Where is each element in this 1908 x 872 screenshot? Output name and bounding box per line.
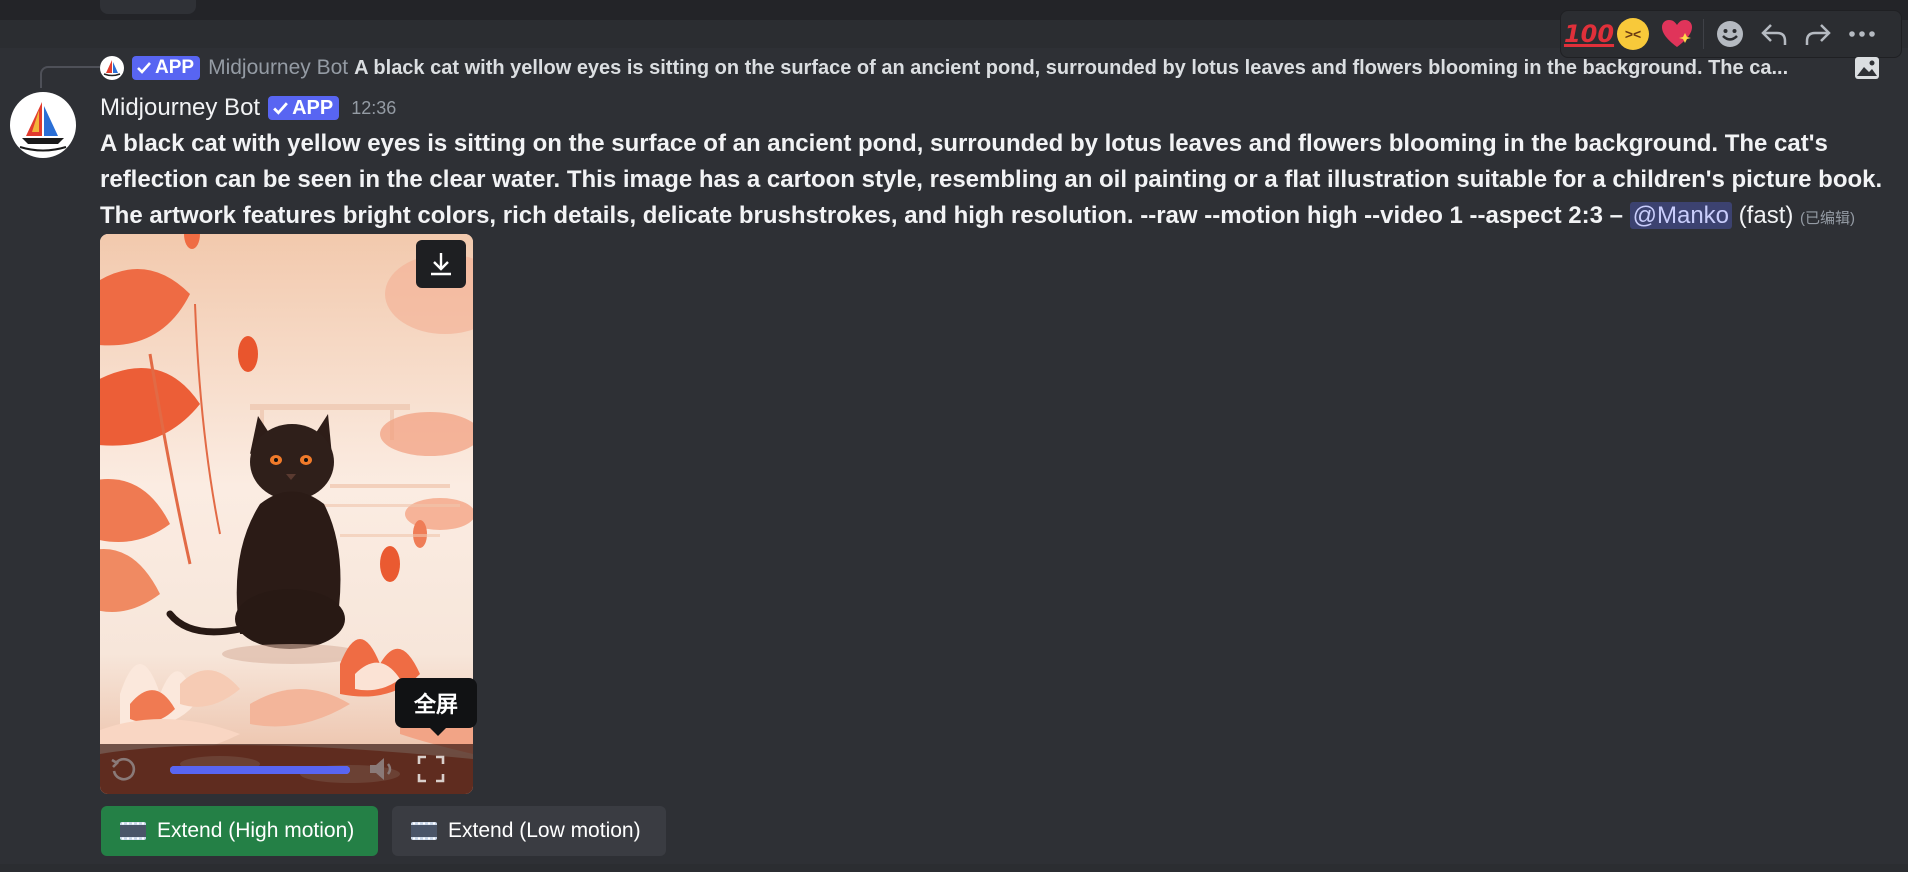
app-badge: APP: [132, 56, 201, 80]
replay-icon[interactable]: [108, 754, 138, 784]
add-reaction-icon[interactable]: [1708, 14, 1752, 54]
message-header: Midjourney Bot APP 12:36: [100, 92, 396, 124]
reply-icon[interactable]: [1752, 14, 1796, 54]
extend-high-motion-label: Extend (High motion): [157, 819, 355, 842]
checkmark-icon: [137, 62, 151, 74]
fullscreen-icon[interactable]: [416, 754, 446, 784]
fullscreen-tooltip: 全屏: [395, 678, 477, 736]
reaction-laughing-icon[interactable]: ><: [1611, 14, 1655, 54]
reaction-100-icon[interactable]: 100: [1564, 14, 1614, 54]
dash-separator: –: [1602, 202, 1630, 229]
app-badge: APP: [268, 96, 340, 120]
toolbar-divider: [1703, 19, 1704, 49]
download-icon: [431, 253, 451, 276]
divider: [0, 864, 1908, 872]
app-badge-label: APP: [292, 97, 334, 119]
reply-reference[interactable]: APP Midjourney Bot A black cat with yell…: [100, 54, 1860, 82]
download-button[interactable]: [416, 240, 466, 288]
more-options-icon[interactable]: [1840, 14, 1884, 54]
edited-label: (已编辑): [1800, 210, 1856, 227]
checkmark-icon: [273, 101, 288, 115]
extend-high-motion-button[interactable]: Extend (High motion): [101, 806, 378, 856]
timestamp[interactable]: 12:36: [351, 98, 396, 119]
previous-button-stub: [100, 0, 196, 14]
video-controls: [100, 744, 473, 794]
progress-fill: [170, 766, 350, 774]
avatar[interactable]: [10, 92, 76, 158]
reply-author[interactable]: Midjourney Bot: [208, 56, 348, 80]
speed-label: (fast): [1732, 202, 1794, 229]
user-mention[interactable]: @Manko: [1629, 202, 1733, 229]
message-content: A black cat with yellow eyes is sitting …: [100, 126, 1890, 237]
reaction-sparkling-heart-icon[interactable]: [1655, 14, 1699, 54]
reply-text[interactable]: A black cat with yellow eyes is sitting …: [354, 57, 1860, 80]
reply-avatar[interactable]: [100, 56, 124, 80]
image-icon: [1855, 57, 1879, 79]
extend-low-motion-label: Extend (Low motion): [448, 819, 641, 842]
progress-bar[interactable]: [170, 766, 350, 774]
message-actions-toolbar: 100 ><: [1560, 10, 1902, 58]
app-badge-label: APP: [155, 57, 195, 78]
reply-connector: [40, 66, 100, 88]
extend-low-motion-button[interactable]: Extend (Low motion): [392, 806, 666, 856]
volume-icon[interactable]: [366, 754, 396, 784]
username[interactable]: Midjourney Bot: [100, 94, 260, 122]
film-frames-icon: [411, 822, 437, 840]
film-frames-icon: [120, 822, 146, 840]
forward-icon[interactable]: [1796, 14, 1840, 54]
